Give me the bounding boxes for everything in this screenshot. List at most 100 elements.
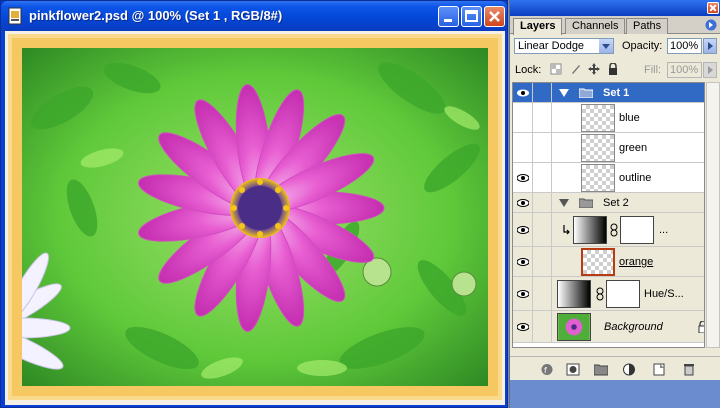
layer-name: outline	[619, 172, 652, 184]
opacity-slider-button[interactable]	[703, 38, 717, 54]
add-mask-icon[interactable]	[566, 363, 580, 376]
new-layer-icon[interactable]	[652, 363, 666, 376]
layer-row-blue[interactable]: blue	[513, 103, 704, 133]
blend-mode-value: Linear Dodge	[518, 40, 585, 52]
layer-name: Set 1	[603, 87, 630, 99]
layers-scrollbar[interactable]	[706, 82, 720, 348]
lock-image-pixels-icon[interactable]	[570, 63, 582, 75]
link-toggle[interactable]	[534, 213, 552, 246]
blend-mode-select[interactable]: Linear Dodge	[514, 38, 614, 54]
lock-transparency-icon[interactable]	[550, 63, 562, 75]
lock-position-icon[interactable]	[588, 63, 600, 75]
document-titlebar[interactable]: pinkflower2.psd @ 100% (Set 1 , RGB/8#)	[1, 1, 507, 31]
visibility-toggle[interactable]	[513, 213, 533, 246]
new-set-icon[interactable]	[594, 363, 608, 376]
layers-palette: Layers Channels Paths Linear Dodge Opaci…	[509, 0, 720, 408]
visibility-toggle[interactable]	[513, 193, 533, 212]
layer-row-background[interactable]: Background	[513, 311, 704, 343]
layer-name: green	[619, 142, 648, 154]
layer-name: orange	[619, 256, 654, 268]
layer-row-outline[interactable]: outline	[513, 163, 704, 193]
minimize-button[interactable]	[438, 6, 459, 27]
eye-icon	[517, 89, 529, 97]
layer-row-green[interactable]: green	[513, 133, 704, 163]
layer-thumbnail	[581, 104, 615, 132]
expand-triangle-icon[interactable]	[559, 89, 569, 97]
flower-photo	[22, 48, 488, 386]
fill-input[interactable]: 100%	[667, 62, 702, 78]
layer-row-set-2[interactable]: Set 2	[513, 193, 704, 213]
maximize-icon	[465, 10, 478, 22]
blend-mode-dropdown-icon	[599, 39, 613, 53]
layer-mask-thumbnail	[606, 280, 640, 308]
lock-label: Lock:	[515, 64, 542, 76]
visibility-toggle[interactable]	[513, 247, 533, 276]
tab-layers[interactable]: Layers	[513, 18, 563, 35]
eye-icon	[517, 199, 529, 207]
link-toggle[interactable]	[534, 163, 552, 192]
palette-close-button[interactable]	[707, 2, 719, 14]
layer-row-set-1[interactable]: Set 1	[513, 83, 704, 103]
layer-row-orange[interactable]: orange	[513, 247, 704, 277]
chain-link-icon[interactable]	[596, 287, 604, 301]
layer-thumbnail	[581, 134, 615, 162]
layer-name: blue	[619, 112, 640, 124]
layer-thumbnail	[581, 248, 615, 276]
link-toggle[interactable]	[534, 133, 552, 162]
layer-mask-thumbnail	[620, 216, 654, 244]
layer-name: Set 2	[603, 197, 629, 209]
visibility-toggle[interactable]	[513, 277, 533, 310]
visibility-toggle[interactable]	[513, 133, 533, 162]
adjustment-thumbnail	[573, 216, 607, 244]
delete-layer-icon[interactable]	[682, 363, 696, 376]
palette-tabs: Layers Channels Paths	[510, 16, 720, 35]
link-toggle[interactable]	[534, 277, 552, 310]
eye-icon	[517, 226, 529, 234]
eye-icon	[517, 290, 529, 298]
close-button[interactable]	[484, 6, 505, 27]
tab-channels[interactable]: Channels	[565, 18, 626, 34]
layers-list: Set 1 blue green outline Set 2 ... orang…	[512, 82, 705, 348]
canvas-frame	[8, 34, 502, 400]
opacity-label: Opacity:	[622, 40, 663, 52]
flower-image[interactable]	[22, 48, 488, 386]
document-title: pinkflower2.psd @ 100% (Set 1 , RGB/8#)	[29, 8, 283, 23]
folder-icon	[579, 198, 593, 208]
layer-row-clipped-adjustment[interactable]: ...	[513, 213, 704, 247]
adjustment-thumbnail	[557, 280, 591, 308]
visibility-toggle[interactable]	[513, 83, 533, 102]
link-toggle[interactable]	[534, 247, 552, 276]
layer-name: Hue/S...	[644, 288, 684, 300]
canvas-area[interactable]	[5, 31, 505, 405]
link-toggle[interactable]	[534, 103, 552, 132]
visibility-toggle[interactable]	[513, 163, 533, 192]
svg-text:f: f	[544, 366, 547, 375]
chain-link-icon[interactable]	[610, 223, 618, 237]
layer-name: Background	[604, 321, 663, 333]
fill-slider-button[interactable]	[703, 62, 717, 78]
desktop-background	[510, 380, 720, 408]
visibility-toggle[interactable]	[513, 311, 533, 342]
clipping-arrow-icon	[563, 225, 570, 235]
layer-name: ...	[659, 224, 669, 236]
eye-icon	[517, 258, 529, 266]
eye-icon	[517, 323, 529, 331]
palette-menu-icon[interactable]	[705, 19, 717, 31]
link-toggle[interactable]	[534, 83, 552, 102]
document-window: pinkflower2.psd @ 100% (Set 1 , RGB/8#)	[0, 0, 508, 408]
link-toggle[interactable]	[534, 193, 552, 212]
opacity-input[interactable]: 100%	[667, 38, 702, 54]
fill-label: Fill:	[644, 64, 662, 76]
layer-row-hue-saturation[interactable]: Hue/S...	[513, 277, 704, 311]
layer-thumbnail	[581, 164, 615, 192]
palette-titlebar[interactable]	[510, 0, 720, 16]
lock-all-icon[interactable]	[607, 63, 619, 75]
photoshop-doc-icon	[8, 7, 22, 25]
expand-triangle-icon[interactable]	[559, 199, 569, 207]
add-layer-style-icon[interactable]: f	[540, 363, 554, 376]
tab-paths[interactable]: Paths	[626, 18, 669, 34]
link-toggle[interactable]	[534, 311, 552, 342]
new-adjustment-layer-icon[interactable]	[622, 363, 636, 376]
maximize-button[interactable]	[461, 6, 482, 27]
visibility-toggle[interactable]	[513, 103, 533, 132]
